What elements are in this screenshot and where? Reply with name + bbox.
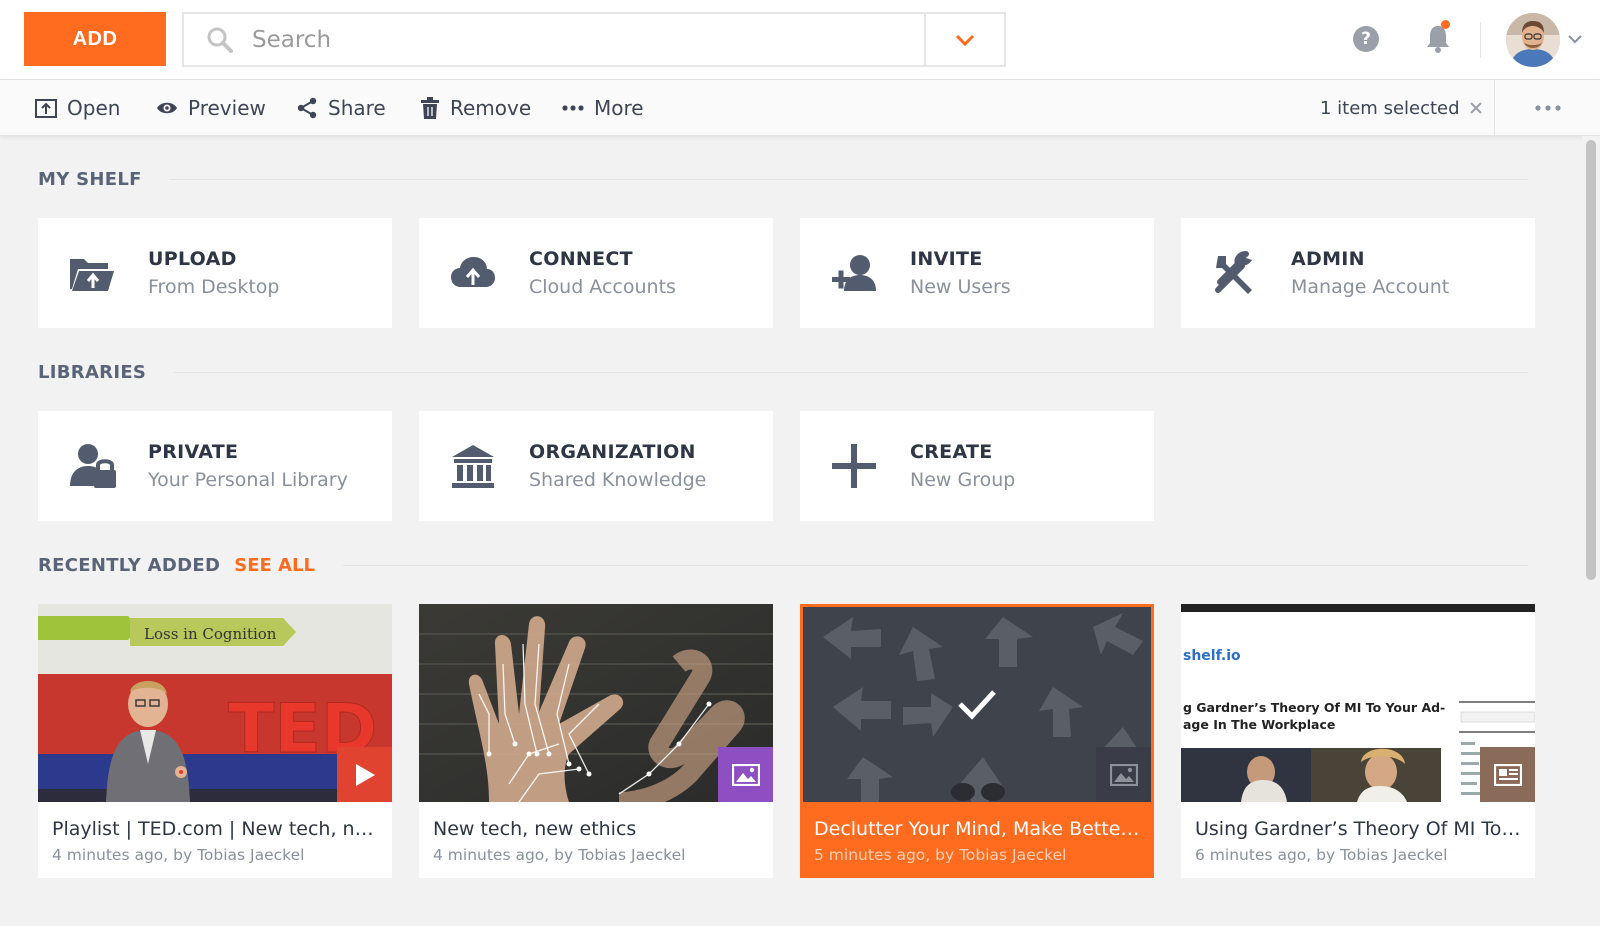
search-box — [182, 12, 1006, 67]
image-icon[interactable] — [718, 747, 773, 802]
section-title: MY SHELF — [38, 168, 142, 190]
see-all-link[interactable]: SEE ALL — [234, 555, 315, 576]
scrollbar[interactable] — [1582, 136, 1600, 926]
preview-label: Preview — [188, 96, 266, 120]
slide-text: Loss in Cognition — [144, 625, 277, 643]
tile-subtitle: Shared Knowledge — [529, 469, 707, 491]
card-thumbnail: shelf.io g Gardner’s Theory Of MI To You… — [1181, 604, 1535, 802]
more-dots-icon — [562, 105, 584, 111]
tile-title: INVITE — [910, 248, 983, 270]
divider — [174, 371, 1528, 373]
play-icon[interactable] — [337, 747, 392, 802]
share-label: Share — [328, 96, 386, 120]
divider — [1480, 22, 1481, 58]
open-icon — [35, 99, 57, 118]
bank-icon — [447, 441, 499, 491]
remove-label: Remove — [450, 96, 532, 120]
my-shelf-header: MY SHELF — [38, 167, 1528, 191]
share-icon — [297, 97, 317, 119]
tile-subtitle: From Desktop — [148, 276, 280, 298]
tile-title: PRIVATE — [148, 441, 239, 463]
page-heading: age In The Workplace — [1183, 717, 1335, 732]
more-button[interactable]: More — [562, 80, 644, 136]
card-title: Playlist | TED.com | New tech, new e.. — [52, 818, 382, 840]
section-title: LIBRARIES — [38, 361, 147, 383]
card-title: New tech, new ethics — [433, 818, 637, 840]
card-meta: 4 minutes ago, by Tobias Jaeckel — [52, 846, 305, 864]
add-button[interactable]: ADD — [24, 12, 166, 66]
card-meta: 6 minutes ago, by Tobias Jaeckel — [1195, 846, 1448, 864]
chevron-down-icon — [955, 34, 975, 46]
avatar[interactable] — [1506, 13, 1560, 67]
share-button[interactable]: Share — [296, 80, 386, 136]
tile-title: ORGANIZATION — [529, 441, 696, 463]
tile-subtitle: New Group — [910, 469, 1016, 491]
tools-icon — [1209, 248, 1261, 298]
invite-tile[interactable]: INVITE New Users — [800, 218, 1154, 328]
content-card[interactable]: New tech, new ethics 4 minutes ago, by T… — [419, 604, 773, 878]
section-title: RECENTLY ADDED — [38, 554, 221, 576]
open-label: Open — [67, 96, 121, 120]
open-button[interactable]: Open — [35, 80, 120, 136]
tile-title: UPLOAD — [148, 248, 237, 270]
locked-user-icon — [66, 441, 118, 491]
tile-subtitle: Manage Account — [1291, 276, 1450, 298]
help-icon[interactable]: ? — [1353, 26, 1379, 52]
selection-status: 1 item selected — [1320, 80, 1484, 136]
page-heading: g Gardner’s Theory Of MI To Your Ad- — [1183, 700, 1445, 715]
clear-selection-icon[interactable] — [1468, 100, 1484, 116]
divider — [169, 178, 1528, 180]
tile-title: CREATE — [910, 441, 993, 463]
organization-library-tile[interactable]: ORGANIZATION Shared Knowledge — [419, 411, 773, 521]
selection-count: 1 item selected — [1320, 97, 1460, 119]
add-user-icon — [828, 248, 880, 298]
card-title: Declutter Your Mind, Make Better D... — [814, 818, 1144, 840]
plus-icon — [828, 441, 880, 491]
cloud-upload-icon — [447, 248, 499, 298]
search-filter-dropdown[interactable] — [924, 14, 1004, 65]
search-icon — [207, 27, 233, 53]
card-thumbnail — [419, 604, 773, 802]
eye-icon — [157, 102, 177, 114]
content-card-selected[interactable]: Declutter Your Mind, Make Better D... 5 … — [800, 604, 1154, 878]
top-bar: ADD ? — [0, 0, 1600, 80]
action-bar: Open Preview Share Remove More 1 item se… — [0, 80, 1600, 136]
card-title: Using Gardner’s Theory Of MI To Yo... — [1195, 818, 1525, 840]
card-meta: 4 minutes ago, by Tobias Jaeckel — [433, 846, 686, 864]
overflow-menu-icon[interactable] — [1532, 100, 1564, 116]
tile-subtitle: New Users — [910, 276, 1011, 298]
tile-title: CONNECT — [529, 248, 633, 270]
trash-icon — [421, 97, 439, 119]
preview-button[interactable]: Preview — [156, 80, 266, 136]
divider — [342, 564, 1528, 566]
content-card[interactable]: Loss in Cognition TED Playlist | TED.com… — [38, 604, 392, 878]
more-label: More — [594, 96, 644, 120]
tile-subtitle: Cloud Accounts — [529, 276, 676, 298]
search-input[interactable] — [252, 22, 892, 58]
content-card[interactable]: shelf.io g Gardner’s Theory Of MI To You… — [1181, 604, 1535, 878]
notification-dot — [1441, 20, 1450, 29]
card-thumbnail: Loss in Cognition TED — [38, 604, 392, 802]
remove-button[interactable]: Remove — [420, 80, 531, 136]
page-logo: shelf.io — [1183, 648, 1241, 664]
card-meta: 5 minutes ago, by Tobias Jaeckel — [814, 846, 1067, 864]
image-icon[interactable] — [1096, 747, 1151, 802]
libraries-header: LIBRARIES — [38, 360, 1528, 384]
create-group-tile[interactable]: CREATE New Group — [800, 411, 1154, 521]
card-thumbnail — [803, 607, 1151, 802]
admin-tile[interactable]: ADMIN Manage Account — [1181, 218, 1535, 328]
divider — [1494, 80, 1495, 136]
tile-subtitle: Your Personal Library — [148, 469, 348, 491]
tile-title: ADMIN — [1291, 248, 1365, 270]
connect-tile[interactable]: CONNECT Cloud Accounts — [419, 218, 773, 328]
private-library-tile[interactable]: PRIVATE Your Personal Library — [38, 411, 392, 521]
recently-added-header: RECENTLY ADDED SEE ALL — [38, 553, 1528, 577]
chevron-down-icon[interactable] — [1566, 30, 1584, 48]
scrollbar-thumb[interactable] — [1586, 140, 1596, 580]
folder-upload-icon — [66, 248, 118, 298]
article-icon[interactable] — [1480, 747, 1535, 802]
upload-tile[interactable]: UPLOAD From Desktop — [38, 218, 392, 328]
